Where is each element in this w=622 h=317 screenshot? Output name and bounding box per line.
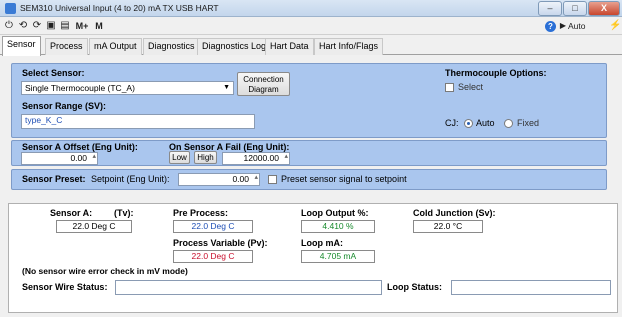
tab-diagnostics[interactable]: Diagnostics [143,38,200,55]
app-icon [5,3,16,14]
connect-icon[interactable]: ⚡ [609,19,621,33]
back-icon[interactable]: ⟲ [17,19,29,33]
offset-input[interactable]: 0.00 [21,152,98,165]
pre-process-value: 22.0 Deg C [173,220,253,233]
pre-process-label: Pre Process: [173,208,229,218]
loop-status-field [451,280,611,295]
title-bar: SEM310 Universal Input (4 to 20) mA TX U… [0,0,622,17]
wire-status-label: Sensor Wire Status: [22,282,108,292]
play-icon[interactable]: ▶ [559,19,567,33]
cold-junction-value: 22.0 °C [413,220,483,233]
help-icon[interactable]: ? [545,21,556,32]
forward-icon[interactable]: ⟳ [31,19,43,33]
cj-auto-radio[interactable] [464,119,473,128]
cj-fixed-radio[interactable] [504,119,513,128]
thermocouple-select-checkbox[interactable] [445,83,454,92]
connection-diagram-button[interactable]: Connection Diagram [237,72,290,96]
offset-panel: Sensor A Offset (Eng Unit): 0.00 On Sens… [11,140,607,166]
tab-hart-data[interactable]: Hart Data [265,38,314,55]
sensor-tab-content: Select Sensor: Single Thermocouple (TC_A… [0,55,622,317]
select-sensor-label: Select Sensor: [22,68,85,78]
sensor-a-label: Sensor A: [50,208,93,218]
setpoint-label: Setpoint (Eng Unit): [91,174,170,184]
close-button[interactable]: X [588,1,620,16]
tab-sensor[interactable]: Sensor [2,36,41,56]
readings-panel: Sensor A: (Tv): 22.0 Deg C Pre Process: … [8,203,618,313]
tab-strip: Sensor Process mA Output Diagnostics Dia… [0,35,622,56]
loop-ma-label: Loop mA: [301,238,343,248]
maximize-button[interactable]: □ [563,1,587,16]
wire-check-note: (No sensor wire error check in mV mode) [22,266,188,276]
pv-label: Process Variable (Pv): [173,238,268,248]
cj-auto-label: Auto [476,118,495,128]
preset-panel: Sensor Preset: Setpoint (Eng Unit): 0.00… [11,169,607,190]
toolbar: ⏻ ⟲ ⟳ ▣ ▤ M+ M ? ▶ Auto Read ⚡ [0,17,622,45]
sensor-range-label: Sensor Range (SV): [22,101,107,111]
save-icon[interactable]: ▣ [45,19,57,33]
fail-high-button[interactable]: High [194,151,217,164]
preset-signal-label: Preset sensor signal to setpoint [281,174,407,184]
sensor-selection-panel: Select Sensor: Single Thermocouple (TC_A… [11,63,607,138]
minimize-button[interactable]: – [538,1,562,16]
wire-status-field [115,280,382,295]
cj-label: CJ: [445,118,459,128]
sensor-preset-label: Sensor Preset: [22,174,86,184]
sensor-a-value: 22.0 Deg C [56,220,132,233]
pv-value: 22.0 Deg C [173,250,253,263]
thermocouple-select-label: Select [458,82,484,92]
memory-button[interactable]: M [94,19,104,33]
power-icon[interactable]: ⏻ [3,19,15,33]
thermocouple-options-label: Thermocouple Options: [445,68,547,78]
preset-signal-checkbox[interactable] [268,175,277,184]
cj-fixed-label: Fixed [517,118,540,128]
fail-low-button[interactable]: Low [169,151,190,164]
window-title: SEM310 Universal Input (4 to 20) mA TX U… [20,3,219,13]
cold-junction-label: Cold Junction (Sv): [413,208,496,218]
sensor-type-value: Single Thermocouple (TC_A) [25,83,135,93]
sensor-range-field[interactable]: type_K_C [21,114,255,129]
sensor-fail-input[interactable]: 12000.00 [222,152,290,165]
offset-label: Sensor A Offset (Eng Unit): [22,142,138,152]
loop-ma-value: 4.705 mA [301,250,375,263]
chevron-down-icon: ▼ [223,84,230,91]
loop-status-label: Loop Status: [387,282,442,292]
tab-hart-info-flags[interactable]: Hart Info/Flags [314,38,384,55]
setpoint-input[interactable]: 0.00 [178,173,260,186]
loop-output-label: Loop Output %: [301,208,369,218]
tab-diagnostics-log[interactable]: Diagnostics Log [197,38,272,55]
sensor-type-dropdown[interactable]: Single Thermocouple (TC_A) ▼ [21,81,234,95]
tab-ma-output[interactable]: mA Output [89,38,142,55]
tv-label: (Tv): [114,208,134,218]
tab-process[interactable]: Process [45,38,88,55]
auto-read-label[interactable]: Auto Read [568,19,608,45]
loop-output-value: 4.410 % [301,220,375,233]
print-icon[interactable]: ▤ [59,19,71,33]
memory-plus-button[interactable]: M+ [73,19,91,33]
